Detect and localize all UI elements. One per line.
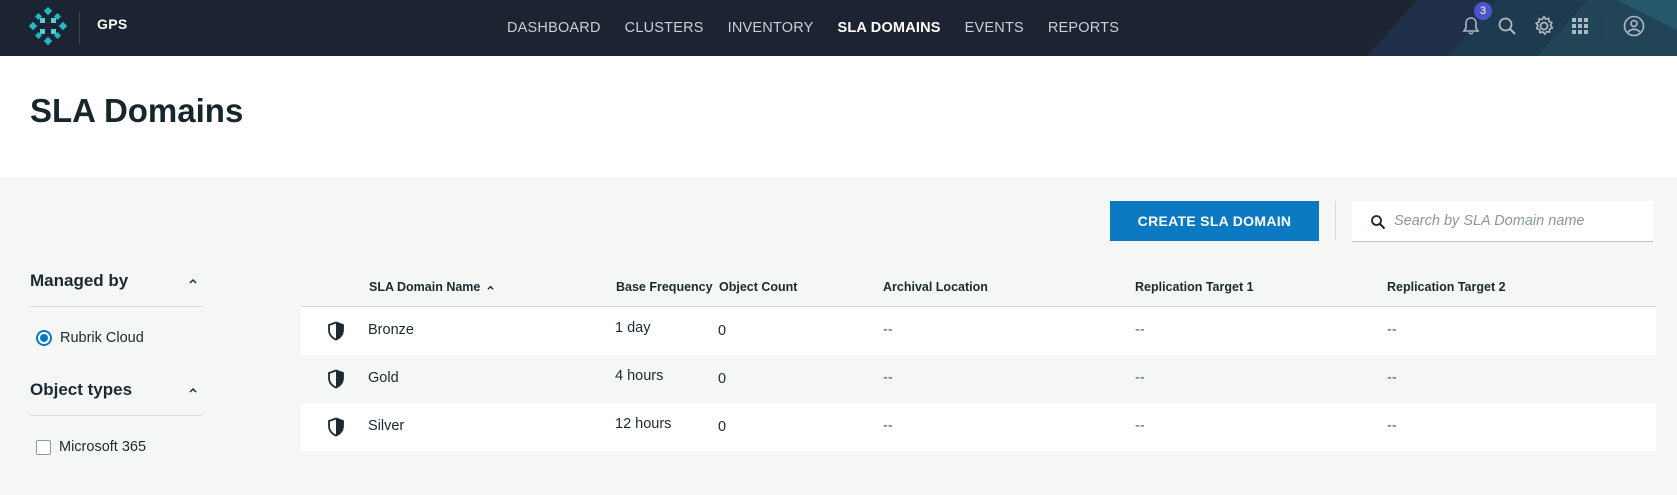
object-count: 0 — [718, 323, 727, 339]
page-title: SLA Domains — [30, 92, 244, 129]
rubrik-logo-icon[interactable] — [28, 6, 68, 46]
filter-managed-by-header[interactable]: Managed by — [30, 255, 202, 307]
sort-ascending-icon[interactable] — [486, 283, 495, 292]
archival-location: -- — [883, 322, 893, 338]
shield-icon — [328, 321, 344, 341]
object-count: 0 — [718, 371, 727, 387]
shield-icon — [328, 417, 344, 437]
base-frequency: 12 hours — [615, 416, 672, 432]
org-name: GPS — [97, 16, 128, 32]
top-navigation-bar: GPS DASHBOARD CLUSTERS INVENTORY SLA DOM… — [0, 0, 1677, 56]
toolbar-separator — [1335, 201, 1336, 241]
base-frequency: 1 day — [615, 320, 651, 336]
replication-target-1: -- — [1135, 370, 1145, 386]
archival-location: -- — [883, 418, 893, 434]
base-frequency: 4 hours — [615, 368, 664, 384]
replication-target-2: -- — [1387, 418, 1397, 434]
replication-target-1: -- — [1135, 322, 1145, 338]
column-header-replication-target-2[interactable]: Replication Target 2 — [1387, 267, 1506, 307]
user-circle-icon[interactable] — [1620, 12, 1648, 40]
column-header-replication-target-1[interactable]: Replication Target 1 — [1135, 267, 1254, 307]
nav-sla-domains[interactable]: SLA DOMAINS — [825, 20, 952, 36]
nav-inventory[interactable]: INVENTORY — [716, 20, 826, 36]
page-header — [0, 56, 1677, 177]
archival-location: -- — [883, 370, 893, 386]
search-field[interactable] — [1352, 201, 1653, 242]
nav-clusters[interactable]: CLUSTERS — [613, 20, 716, 36]
nav-reports[interactable]: REPORTS — [1036, 20, 1131, 36]
nav-events[interactable]: EVENTS — [953, 20, 1036, 36]
chevron-up-icon — [189, 278, 197, 284]
nav-dashboard[interactable]: DASHBOARD — [495, 20, 613, 36]
filter-option-label: Microsoft 365 — [59, 439, 147, 455]
column-header-frequency[interactable]: Base Frequency — [616, 267, 713, 307]
notification-count-badge: 3 — [1474, 2, 1492, 20]
sla-domain-name-link[interactable]: Silver — [368, 418, 404, 434]
sla-domain-name-link[interactable]: Bronze — [368, 322, 414, 338]
table-row[interactable] — [301, 307, 1656, 355]
filter-option-microsoft-365[interactable]: Microsoft 365 — [36, 439, 146, 455]
create-sla-domain-button[interactable]: CREATE SLA DOMAIN — [1110, 201, 1319, 241]
shield-icon — [328, 369, 344, 389]
logo-divider — [79, 12, 80, 44]
search-icon[interactable] — [1493, 12, 1521, 40]
chevron-up-icon — [189, 387, 197, 393]
column-header-object-count[interactable]: Object Count — [719, 267, 797, 307]
filter-object-types-title: Object types — [30, 379, 133, 399]
replication-target-2: -- — [1387, 322, 1397, 338]
replication-target-2: -- — [1387, 370, 1397, 386]
object-count: 0 — [718, 419, 727, 435]
table-row[interactable] — [301, 355, 1656, 403]
column-header-label: SLA Domain Name — [369, 280, 481, 294]
gear-icon[interactable] — [1530, 12, 1558, 40]
filter-managed-by-title: Managed by — [30, 270, 129, 290]
sla-domain-name-link[interactable]: Gold — [368, 370, 399, 386]
column-header-archival-location[interactable]: Archival Location — [883, 267, 988, 307]
search-icon — [1371, 215, 1386, 230]
search-input[interactable] — [1392, 201, 1647, 241]
grid-icon[interactable] — [1566, 12, 1594, 40]
table-row[interactable] — [301, 403, 1656, 451]
filter-option-label: Rubrik Cloud — [60, 330, 144, 346]
filter-option-rubrik-cloud[interactable]: Rubrik Cloud — [36, 330, 144, 346]
radio-selected[interactable] — [36, 330, 52, 346]
filter-object-types-header[interactable]: Object types — [30, 364, 202, 416]
toolbar-divider — [1606, 12, 1607, 42]
replication-target-1: -- — [1135, 418, 1145, 434]
table-header: SLA Domain Name Base Frequency Object Co… — [301, 267, 1656, 307]
checkbox[interactable] — [36, 439, 51, 455]
main-nav: DASHBOARD CLUSTERS INVENTORY SLA DOMAINS… — [495, 0, 1131, 56]
column-header-name[interactable]: SLA Domain Name — [369, 267, 495, 307]
